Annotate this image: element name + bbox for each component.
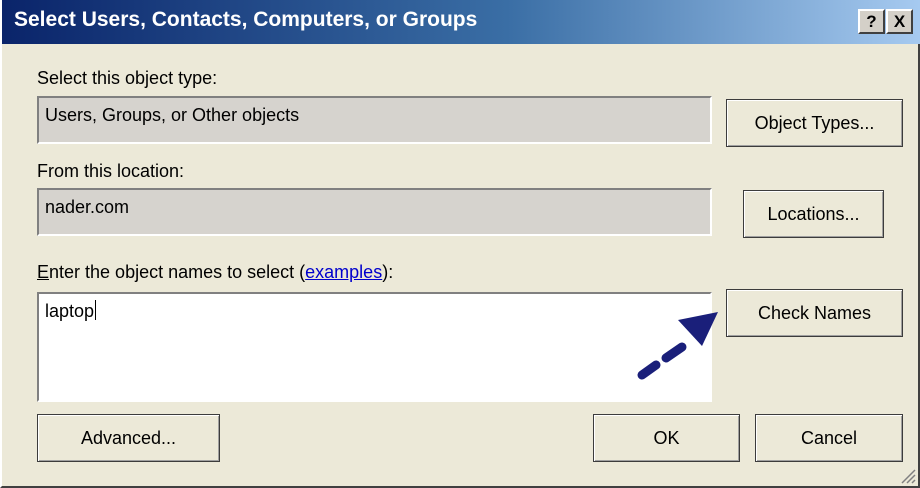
object-types-button[interactable]: Object Types... [726,99,903,147]
help-button[interactable]: ? [858,9,885,34]
object-names-label-accesskey: E [37,262,50,282]
locations-button[interactable]: Locations... [743,190,884,238]
location-label: From this location: [37,161,185,181]
object-type-field: Users, Groups, or Other objects [37,96,712,144]
arrow-head [678,312,718,346]
examples-link[interactable]: examples [305,262,382,282]
advanced-button[interactable]: Advanced... [37,414,220,462]
annotation-arrow [637,312,718,380]
object-names-label-text: nter the object names to select ( [49,262,306,282]
cancel-button[interactable]: Cancel [755,414,903,462]
check-names-button[interactable]: Check Names [726,289,903,337]
arrow-dash-1 [637,360,661,380]
location-field: nader.com [37,188,712,236]
ok-button[interactable]: OK [593,414,740,462]
object-names-label-suffix: ): [382,262,394,282]
object-names-input[interactable]: laptop [37,292,712,402]
close-button[interactable]: X [886,9,913,34]
object-names-label: Enter the object names to select (exampl… [37,262,393,283]
title-bar[interactable]: Select Users, Contacts, Computers, or Gr… [2,0,920,44]
resize-grip-icon[interactable] [898,466,916,484]
object-type-label: Select this object type: [37,68,218,88]
arrow-icon [637,312,718,380]
select-users-dialog: Select Users, Contacts, Computers, or Gr… [0,0,920,488]
object-names-value: laptop [45,301,95,321]
arrow-dash-2 [661,342,687,363]
dialog-title: Select Users, Contacts, Computers, or Gr… [14,8,478,31]
text-caret [95,300,97,320]
